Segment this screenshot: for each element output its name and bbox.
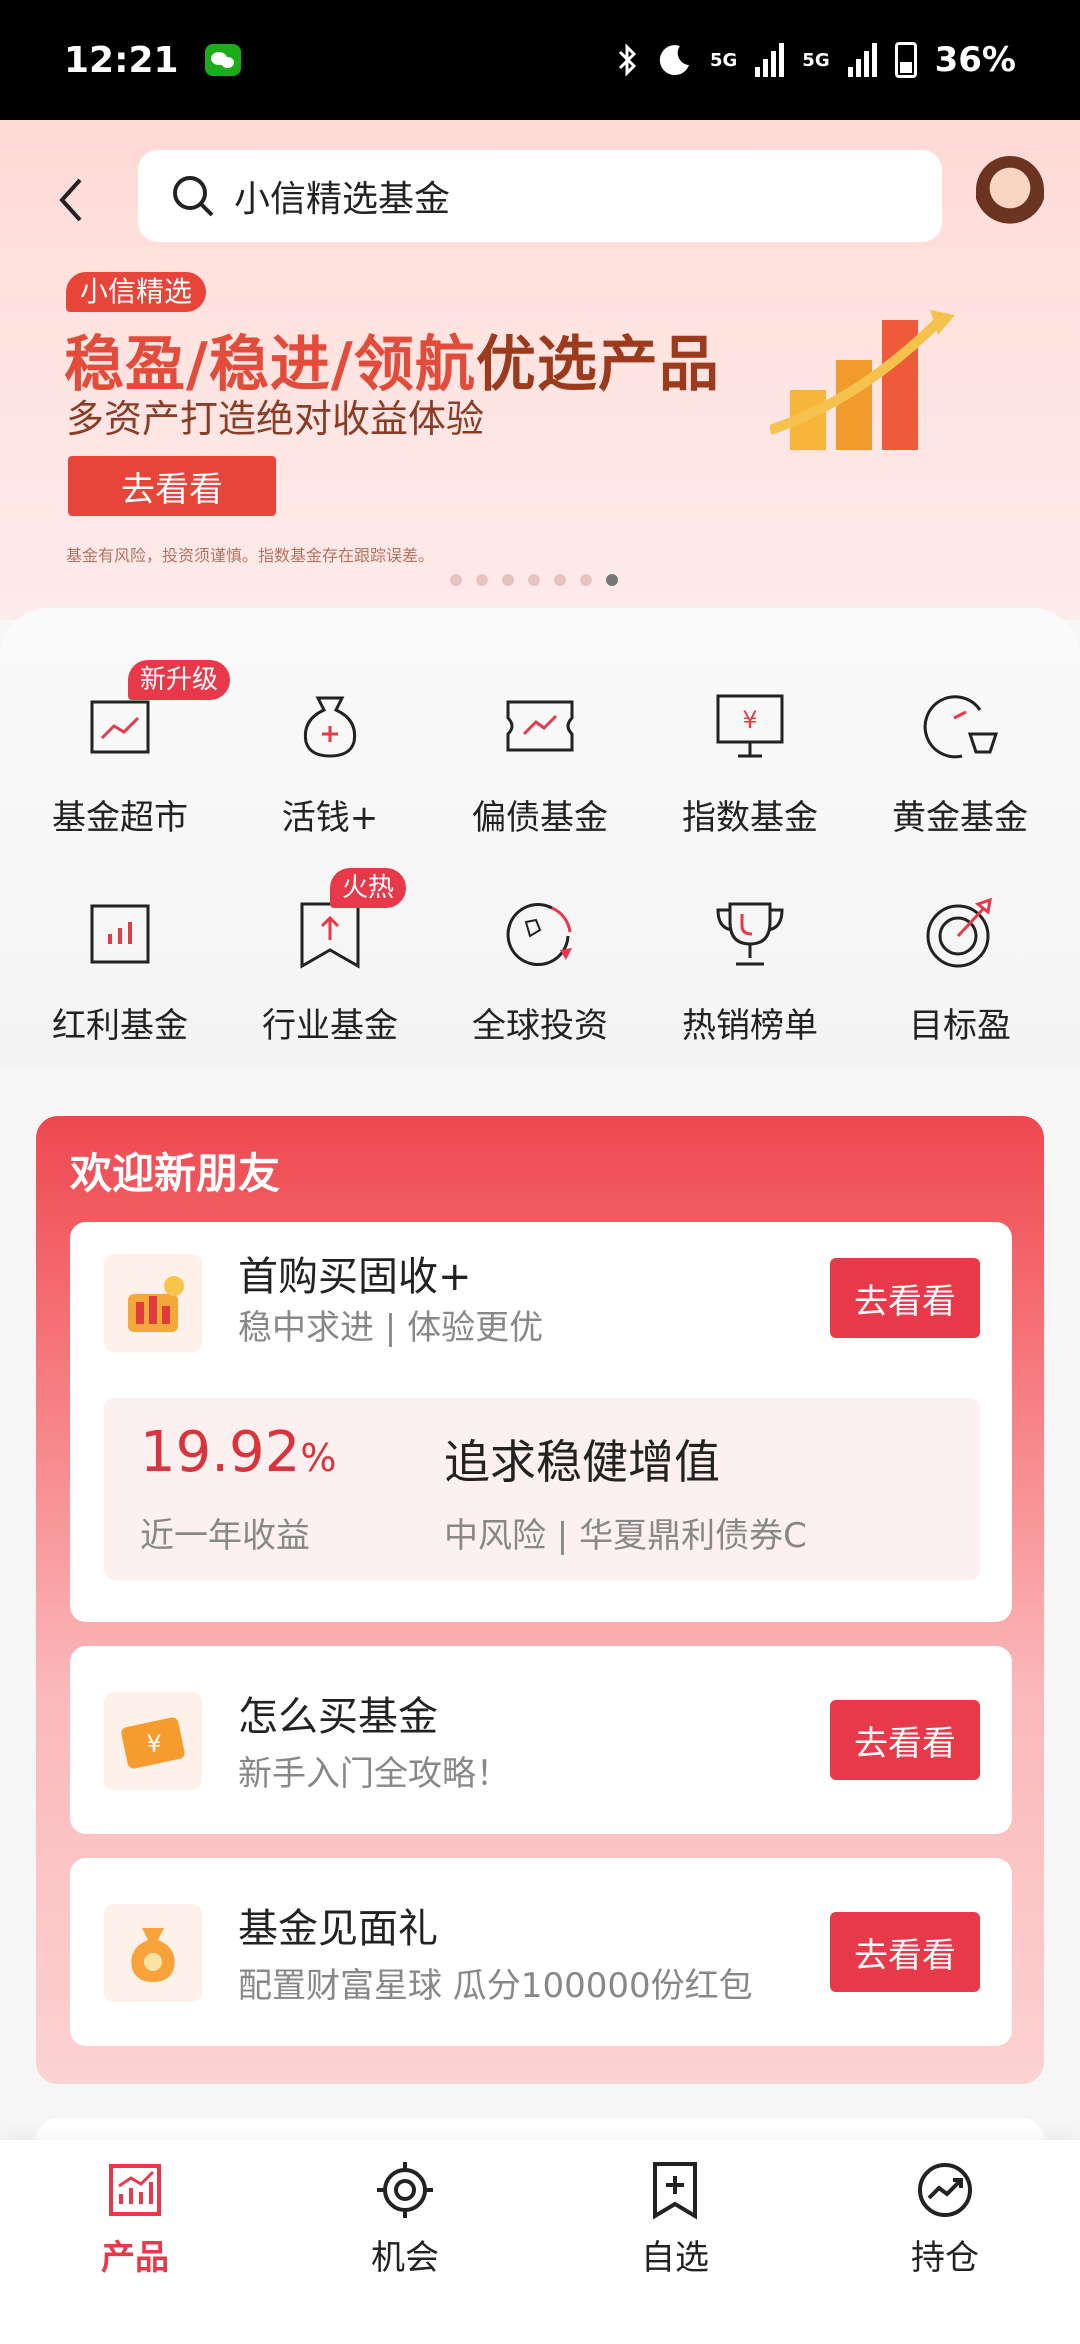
- nav-label: 持仓: [911, 2238, 979, 2278]
- battery-icon: [894, 42, 917, 78]
- search-icon: [173, 176, 214, 217]
- wechat-icon: [204, 44, 241, 76]
- bookmark-up-icon: 火热: [288, 868, 407, 976]
- quick-item-label: 热销榜单: [682, 1006, 818, 1046]
- quick-item-index-fund[interactable]: ¥ 指数基金: [645, 684, 855, 839]
- moon-icon: [659, 45, 689, 76]
- nav-tab-watchlist[interactable]: 自选: [540, 2140, 810, 2344]
- hero-banner: 小信精选基金 小信精选 稳盈/稳进/领航优选产品 多资产打造绝对收益体验 去看看…: [0, 120, 1080, 620]
- signal-icon-2: [847, 43, 877, 77]
- clock: 12:21: [64, 39, 179, 81]
- card-name: 基金见面礼: [238, 1906, 438, 1952]
- globe-arrow-icon: [498, 892, 582, 976]
- ticket-chart-icon: [498, 684, 582, 768]
- rising-bars-illustration: [770, 310, 955, 450]
- annual-return-value: 19.92%: [140, 1420, 337, 1485]
- banner-disclaimer: 基金有风险，投资须谨慎。指数基金存在跟踪误差。: [66, 546, 435, 565]
- status-bar: 12:21 5G 5G 36%: [0, 0, 1080, 120]
- products-chart-icon: [109, 2164, 161, 2216]
- welcome-section: 欢迎新朋友 首购买固收+ 稳中求进 | 体验更优 去看看 19.92% 近一年收…: [36, 1116, 1044, 2084]
- quick-item-active-cash[interactable]: 活钱+: [225, 684, 435, 839]
- banner-title-part2: 优选产品: [475, 330, 720, 400]
- hot-badge: 火热: [330, 868, 407, 908]
- avatar[interactable]: [976, 156, 1044, 236]
- carousel-dots[interactable]: [450, 574, 618, 586]
- search-placeholder: 小信精选基金: [234, 179, 451, 220]
- battery-percent: 36%: [934, 40, 1016, 80]
- quick-item-label: 目标盈: [909, 1006, 1011, 1046]
- card-desc: 配置财富星球 瓜分100000份红包: [238, 1966, 753, 2006]
- bar-chart-icon: [78, 892, 162, 976]
- quick-item-label: 偏债基金: [472, 798, 608, 838]
- fund-name: 中风险 | 华夏鼎利债券C: [444, 1516, 807, 1556]
- trend-circle-icon: [918, 2163, 972, 2217]
- card-desc: 稳中求进 | 体验更优: [238, 1308, 544, 1348]
- quick-item-label: 指数基金: [682, 798, 818, 838]
- fund-pitch: 追求稳健增值: [444, 1435, 720, 1489]
- quick-item-label: 红利基金: [52, 1006, 188, 1046]
- banner-subtitle: 多资产打造绝对收益体验: [66, 397, 485, 441]
- svg-text:¥: ¥: [742, 706, 757, 734]
- monitor-yen-icon: ¥: [708, 684, 792, 768]
- welcome-gift-card[interactable]: 基金见面礼 配置财富星球 瓜分100000份红包 去看看: [70, 1858, 1012, 2046]
- banner-cta-button[interactable]: 去看看: [68, 456, 276, 516]
- go-see-button[interactable]: 去看看: [830, 1700, 980, 1780]
- quick-item-fund-market[interactable]: 新升级 基金超市: [15, 660, 231, 839]
- welcome-title: 欢迎新朋友: [70, 1149, 281, 1198]
- first-purchase-card[interactable]: 首购买固收+ 稳中求进 | 体验更优 去看看 19.92% 近一年收益 追求稳健…: [70, 1222, 1012, 1622]
- card-name: 首购买固收+: [238, 1254, 472, 1300]
- network-label-2: 5G: [802, 49, 830, 71]
- back-arrow-icon[interactable]: [50, 170, 90, 230]
- nav-tab-products[interactable]: 产品: [0, 2140, 270, 2344]
- annual-return-label: 近一年收益: [140, 1516, 310, 1556]
- quick-item-dividend-fund[interactable]: 红利基金: [15, 892, 225, 1047]
- nav-tab-holdings[interactable]: 持仓: [810, 2140, 1080, 2344]
- gift-chart-icon: [104, 1254, 202, 1352]
- wallet-yen-icon: ¥: [104, 1692, 202, 1790]
- trophy-icon: [708, 892, 792, 976]
- quick-item-sector-fund[interactable]: 火热 行业基金: [225, 868, 435, 1047]
- how-to-buy-card[interactable]: ¥ 怎么买基金 新手入门全攻略！ 去看看: [70, 1646, 1012, 1834]
- nav-label: 产品: [101, 2238, 169, 2278]
- quick-item-target-profit[interactable]: 目标盈: [855, 892, 1065, 1047]
- go-see-button[interactable]: 去看看: [830, 1258, 980, 1338]
- new-upgrade-badge: 新升级: [128, 660, 231, 700]
- quick-menu: 新升级 基金超市 活钱+ 偏债基金 ¥ 指数基金 黄金基金 红利基金 火热 行业…: [0, 608, 1080, 1068]
- quick-item-gold-fund[interactable]: 黄金基金: [855, 684, 1065, 839]
- quick-item-label: 黄金基金: [892, 798, 1028, 838]
- go-see-button[interactable]: 去看看: [830, 1912, 980, 1992]
- quick-item-label: 全球投资: [472, 1006, 608, 1046]
- quick-item-bond-fund[interactable]: 偏债基金: [435, 684, 645, 839]
- banner-tag: 小信精选: [66, 272, 207, 312]
- network-label-1: 5G: [709, 49, 738, 71]
- gift-bag-icon: [104, 1904, 202, 2002]
- card-name: 怎么买基金: [238, 1694, 438, 1740]
- quick-item-label: 行业基金: [262, 1006, 398, 1046]
- crosshair-icon: [377, 2162, 433, 2218]
- gold-basket-icon: [918, 684, 1002, 768]
- svg-text:¥: ¥: [146, 1730, 161, 1758]
- fund-highlight[interactable]: 19.92% 近一年收益 追求稳健增值 中风险 | 华夏鼎利债券C: [104, 1398, 980, 1580]
- bluetooth-icon: [618, 43, 637, 77]
- bottom-nav: 产品 机会 自选 持仓: [0, 2140, 1080, 2344]
- quick-item-hot-list[interactable]: 热销榜单: [645, 892, 855, 1047]
- quick-item-label: 基金超市: [52, 798, 188, 838]
- bookmark-plus-icon: [653, 2162, 697, 2220]
- signal-icon-1: [755, 43, 785, 77]
- quick-item-label: 活钱+: [281, 798, 379, 838]
- target-icon: [918, 892, 1002, 976]
- money-bag-icon: [288, 684, 372, 768]
- nav-label: 自选: [641, 2238, 709, 2278]
- search-input[interactable]: 小信精选基金: [138, 150, 942, 242]
- quick-item-global-invest[interactable]: 全球投资: [435, 892, 645, 1047]
- nav-label: 机会: [371, 2238, 439, 2278]
- nav-tab-opportunities[interactable]: 机会: [270, 2140, 540, 2344]
- chart-board-icon: 新升级: [78, 660, 231, 768]
- card-desc: 新手入门全攻略！: [238, 1754, 510, 1794]
